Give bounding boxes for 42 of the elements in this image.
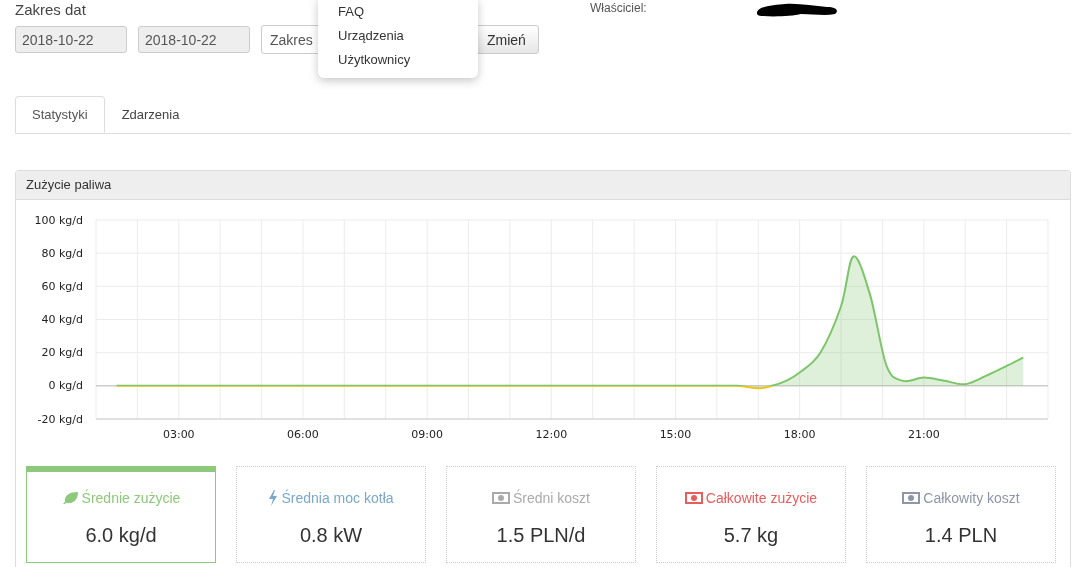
stat-card[interactable]: Całkowite zużycie 5.7 kg xyxy=(656,466,846,563)
date-from-field[interactable]: 2018-10-22 xyxy=(15,26,127,53)
banknote-icon xyxy=(902,492,921,504)
panel-title: Zużycie paliwa xyxy=(16,171,1070,200)
stat-card[interactable]: Średni koszt 1.5 PLN/d xyxy=(446,466,636,563)
x-axis-label: 18:00 xyxy=(783,428,816,441)
stat-value: 0.8 kW xyxy=(299,524,363,547)
y-axis-label: 20 kg/d xyxy=(41,346,83,360)
menu-item[interactable]: FAQ xyxy=(318,0,478,24)
y-axis-label: 0 kg/d xyxy=(48,379,83,393)
stat-label: Całkowity koszt xyxy=(923,490,1020,506)
lightning-icon xyxy=(268,490,279,506)
y-axis-label: 40 kg/d xyxy=(41,313,83,326)
stat-card[interactable]: Średnie zużycie 6.0 kg/d xyxy=(26,466,216,563)
x-axis-label: 03:00 xyxy=(162,428,195,441)
tab[interactable]: Statystyki xyxy=(15,96,105,133)
y-axis-label: -20 kg/d xyxy=(37,412,83,426)
x-axis-label: 09:00 xyxy=(411,428,443,441)
stat-label: Całkowite zużycie xyxy=(705,490,818,506)
stat-card[interactable]: Całkowity koszt 1.4 PLN xyxy=(866,466,1056,563)
y-axis-label: 80 kg/d xyxy=(41,246,83,260)
stat-label: Średnia moc kotła xyxy=(281,490,394,506)
stat-label: Średnie zużycie xyxy=(81,490,181,506)
date-range-label: Zakres dat xyxy=(15,0,86,20)
stat-value: 1.4 PLN xyxy=(924,524,998,547)
leaf-icon xyxy=(61,491,79,505)
x-axis-label: 15:00 xyxy=(659,428,692,441)
tab[interactable]: Zdarzenia xyxy=(104,96,197,133)
date-to-field[interactable]: 2018-10-22 xyxy=(138,26,250,53)
stat-label: Średni koszt xyxy=(512,490,590,506)
x-axis-label: 12:00 xyxy=(535,428,568,441)
x-axis-label: 21:00 xyxy=(907,428,940,441)
owner-label: Właściciel: xyxy=(590,1,647,15)
y-axis-label: 60 kg/d xyxy=(41,279,83,293)
stat-value: 1.5 PLN/d xyxy=(496,524,586,547)
stat-value: 6.0 kg/d xyxy=(85,524,157,547)
banknote-icon xyxy=(491,492,510,504)
x-axis-label: 06:00 xyxy=(287,428,319,441)
banknote-icon xyxy=(684,492,703,504)
stat-card[interactable]: Średnia moc kotła 0.8 kW xyxy=(236,466,426,563)
stat-value: 5.7 kg xyxy=(723,524,779,547)
y-axis-label: 100 kg/d xyxy=(34,213,83,227)
